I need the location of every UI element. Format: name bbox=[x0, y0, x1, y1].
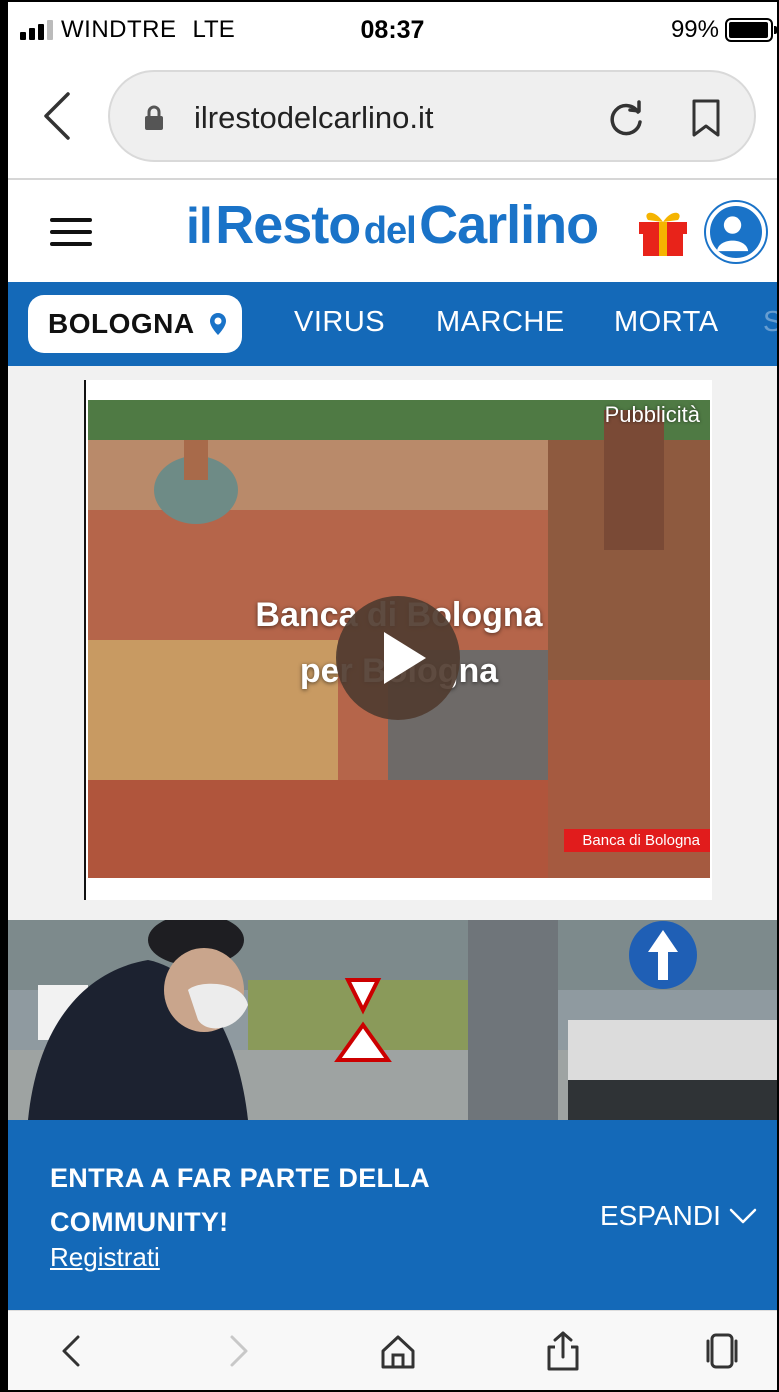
logo-il: il bbox=[186, 198, 213, 254]
ad-video[interactable]: Pubblicità Banca di Bologna per Bologna … bbox=[88, 400, 710, 878]
expand-button[interactable]: ESPANDI bbox=[600, 1200, 757, 1232]
gift-icon[interactable] bbox=[636, 206, 690, 258]
ad-border bbox=[84, 380, 86, 900]
nav-item-overflow: S bbox=[763, 306, 777, 338]
nav-item-virus[interactable]: VIRUS bbox=[294, 306, 385, 339]
logo-del: del bbox=[363, 210, 417, 252]
reload-icon[interactable] bbox=[606, 98, 646, 138]
address-bar[interactable]: ilrestodelcarlino.it bbox=[108, 70, 756, 162]
main-content: Pubblicità Banca di Bologna per Bologna … bbox=[8, 366, 777, 1120]
ad-brand-tag: Banca di Bologna bbox=[564, 829, 710, 852]
network-type: LTE bbox=[192, 16, 235, 43]
url-text: ilrestodelcarlino.it bbox=[194, 100, 434, 135]
chevron-left-icon[interactable] bbox=[38, 90, 78, 142]
logo-carlino: Carlino bbox=[419, 195, 599, 255]
battery-icon bbox=[725, 18, 777, 42]
expand-label: ESPANDI bbox=[600, 1200, 721, 1231]
map-pin-icon bbox=[209, 313, 226, 335]
nav-item-marche[interactable]: MARCHE bbox=[436, 306, 565, 339]
city-label: BOLOGNA bbox=[48, 308, 195, 339]
battery-percent: 99% bbox=[670, 16, 719, 43]
forward-icon[interactable] bbox=[218, 1331, 258, 1371]
site-logo[interactable]: il Resto del Carlino bbox=[186, 194, 599, 256]
user-icon[interactable] bbox=[706, 202, 766, 262]
home-icon[interactable] bbox=[378, 1331, 418, 1371]
battery-indicator: 99% bbox=[670, 16, 777, 44]
section-nav: BOLOGNA VIRUS MARCHE MORTA S bbox=[8, 282, 777, 366]
browser-address-row: ilrestodelcarlino.it bbox=[8, 60, 777, 176]
community-banner: ENTRA A FAR PARTE DELLA COMMUNITY! Regis… bbox=[8, 1120, 777, 1310]
tabs-icon[interactable] bbox=[702, 1331, 742, 1371]
bookmark-icon[interactable] bbox=[690, 98, 722, 138]
hamburger-icon[interactable] bbox=[50, 218, 92, 246]
ad-label: Pubblicità bbox=[604, 402, 700, 427]
city-selector[interactable]: BOLOGNA bbox=[28, 295, 242, 353]
register-link[interactable]: Registrati bbox=[50, 1242, 160, 1273]
browser-toolbar bbox=[8, 1310, 777, 1390]
carrier-name: WINDTRE bbox=[61, 16, 177, 43]
status-bar: WINDTRE LTE 08:37 99% bbox=[8, 2, 777, 58]
logo-resto: Resto bbox=[215, 195, 361, 255]
article-photo[interactable] bbox=[8, 920, 777, 1120]
site-header: il Resto del Carlino bbox=[8, 180, 777, 282]
signal-icon bbox=[20, 20, 53, 40]
share-icon[interactable] bbox=[543, 1331, 583, 1371]
chevron-down-icon bbox=[729, 1208, 757, 1224]
lock-icon bbox=[145, 105, 163, 130]
play-icon[interactable] bbox=[336, 596, 460, 720]
nav-item-morta[interactable]: MORTA bbox=[614, 306, 719, 339]
community-title: ENTRA A FAR PARTE DELLA COMMUNITY! bbox=[50, 1163, 429, 1237]
back-icon[interactable] bbox=[52, 1331, 92, 1371]
